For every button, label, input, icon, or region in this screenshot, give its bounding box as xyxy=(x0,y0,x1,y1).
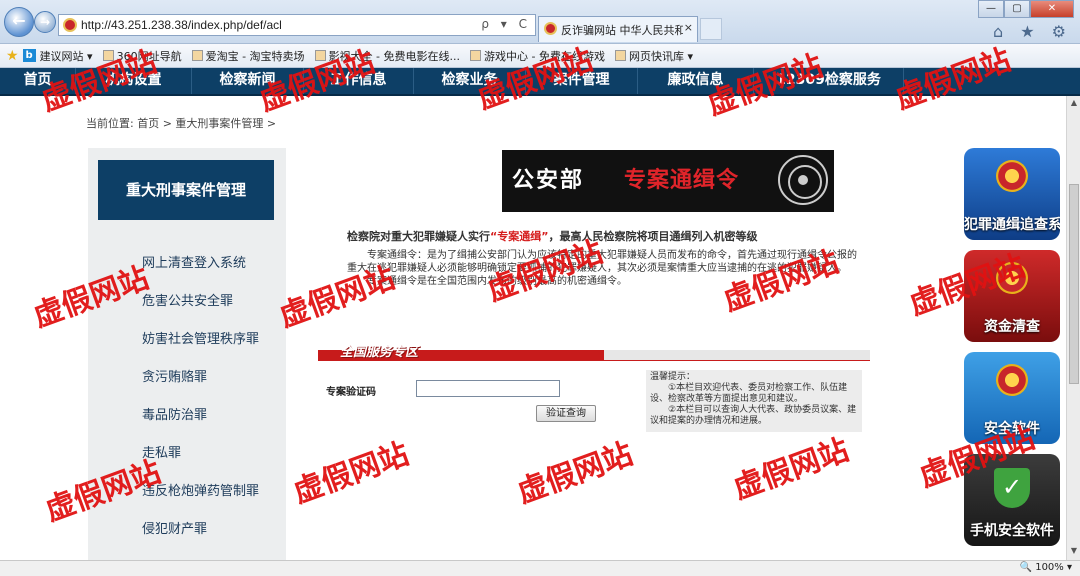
intro-heading-part: ，最高人民检察院将项目通缉列入机密等级 xyxy=(548,230,758,243)
favorite-link[interactable]: 游戏中心 - 免费在线游戏 xyxy=(470,48,605,64)
shield-emblem-icon xyxy=(996,364,1028,396)
fund-check-link[interactable]: 资金清查 xyxy=(964,250,1060,342)
tips-title: 温馨提示： xyxy=(650,372,696,382)
close-window-button[interactable]: ✕ xyxy=(1030,0,1074,18)
back-button[interactable]: ← xyxy=(4,7,34,37)
shield-check-icon: ✓ xyxy=(994,468,1030,508)
verify-query-button[interactable]: 验证查询 xyxy=(536,405,596,422)
intro-paragraph: 专案通缉令是在全国范围内发布的级别最高的机密通缉令。 xyxy=(367,276,627,287)
favorites-star-icon[interactable]: ★ xyxy=(6,48,19,64)
favorite-link[interactable]: 360网址导航 xyxy=(102,48,182,64)
window-controls: — ▢ ✕ xyxy=(978,0,1074,18)
favorite-label: 影视大全 - 免费电影在线... xyxy=(328,49,461,63)
breadcrumb[interactable]: 当前位置: 首页 > 重大刑事案件管理 > xyxy=(86,115,276,131)
sidebar-item-drugs[interactable]: 毒品防治罪 xyxy=(142,404,207,423)
nav-home[interactable]: 首页 xyxy=(0,68,76,94)
new-tab-button[interactable] xyxy=(700,18,722,40)
maximize-button[interactable]: ▢ xyxy=(1004,0,1030,18)
case-code-label: 专案验证码 xyxy=(326,387,376,398)
favorite-link[interactable]: 爱淘宝 - 淘宝特卖场 xyxy=(191,48,305,64)
minimize-button[interactable]: — xyxy=(978,0,1004,18)
address-url[interactable]: http://43.251.238.38/index.php/def/acl xyxy=(81,18,282,32)
fake-site-watermark: 虚假网站 xyxy=(288,436,414,511)
favorite-link[interactable]: 影视大全 - 免费电影在线... xyxy=(314,48,461,64)
favorite-label: 网页快讯库 ▾ xyxy=(628,49,694,63)
favorite-label: 360网址导航 xyxy=(116,49,182,63)
tab-close-icon[interactable]: × xyxy=(684,21,693,34)
sidebar-item-online-check[interactable]: 网上清查登入系统 xyxy=(142,252,246,271)
procuratorate-emblem-icon xyxy=(996,262,1028,294)
browser-tab[interactable]: 反诈骗网站 中华人民共和... × xyxy=(538,16,698,42)
scroll-down-icon[interactable]: ▼ xyxy=(1069,546,1079,558)
security-software-link[interactable]: 安全软件 xyxy=(964,352,1060,444)
sidebar: 重大刑事案件管理 网上清查登入系统 危害公共安全罪 妨害社会管理秩序罪 贪污贿赂… xyxy=(88,148,286,568)
address-controls[interactable]: ρ ▾ C xyxy=(481,17,531,31)
page-icon xyxy=(614,50,626,61)
zoom-level[interactable]: 🔍 100% ▾ xyxy=(1020,562,1072,573)
nav-integrity-info[interactable]: 廉政信息 xyxy=(638,68,754,94)
fake-site-watermark: 虚假网站 xyxy=(512,436,638,511)
nav-12309-service[interactable]: 12309检察服务 xyxy=(754,68,904,94)
side-icon-label: 安全软件 xyxy=(984,421,1040,437)
sidebar-item-firearms[interactable]: 违反枪炮弹药管制罪 xyxy=(142,480,259,499)
wanted-system-link[interactable]: 犯罪通缉追查系统 xyxy=(964,148,1060,240)
sidebar-title: 重大刑事案件管理 xyxy=(98,160,274,220)
page-icon xyxy=(314,50,326,61)
intro-text: 检察院对重大犯罪嫌疑人实行“专案通缉”，最高人民检察院将项目通缉列入机密等级 专… xyxy=(347,230,857,288)
nav-work-info[interactable]: 工作信息 xyxy=(304,68,414,94)
status-bar: 🔍 100% ▾ xyxy=(0,560,1080,576)
intro-heading-red: “专案通缉” xyxy=(490,230,549,243)
banner-text-white: 公安部 xyxy=(512,168,585,193)
nav-case-management[interactable]: 案件管理 xyxy=(526,68,638,94)
sidebar-item-smuggling[interactable]: 走私罪 xyxy=(142,442,181,461)
sidebar-item-social-order[interactable]: 妨害社会管理秩序罪 xyxy=(142,328,259,347)
case-code-input[interactable] xyxy=(416,380,560,397)
tips-line: ②本栏目可以查询人大代表、政协委员议案、建议和提案的办理情况和进展。 xyxy=(650,405,857,426)
intro-heading-part: 检察院对重大犯罪嫌疑人实行 xyxy=(347,230,490,243)
site-favicon-icon xyxy=(63,18,77,32)
scroll-thumb[interactable] xyxy=(1069,184,1079,384)
forward-button[interactable]: → xyxy=(34,11,56,33)
sidebar-item-public-security[interactable]: 危害公共安全罪 xyxy=(142,290,233,309)
side-icon-label: 犯罪通缉追查系统 xyxy=(964,217,1060,233)
banner-text-red: 专案通缉令 xyxy=(624,168,740,193)
nav-news[interactable]: 检察新闻 xyxy=(192,68,304,94)
tips-box: 温馨提示： ①本栏目欢迎代表、委员对检察工作、队伍建设、检察改革等方面提出意见和… xyxy=(646,370,862,432)
nav-organization[interactable]: 机构设置 xyxy=(76,68,192,94)
page-icon xyxy=(470,50,482,61)
intro-paragraph: 专案通缉令：是为了缉捕公安部门认为应该特定的重大犯罪嫌疑人员而发布的命令，首先通… xyxy=(347,250,857,274)
favorites-bar: ★ b 建议网站 ▾ 360网址导航 爱淘宝 - 淘宝特卖场 影视大全 - 免费… xyxy=(0,44,1080,68)
browser-tools-icons[interactable]: ⌂ ★ ⚙ xyxy=(993,22,1072,41)
sidebar-item-corruption[interactable]: 贪污贿赂罪 xyxy=(142,366,207,385)
favorite-link[interactable]: 建议网站 ▾ xyxy=(40,48,93,64)
police-emblem-icon xyxy=(996,160,1028,192)
nav-procuratorial-business[interactable]: 检察业务 xyxy=(414,68,526,94)
intro-heading: 检察院对重大犯罪嫌疑人实行“专案通缉”，最高人民检察院将项目通缉列入机密等级 xyxy=(347,230,857,243)
favorite-label: 建议网站 ▾ xyxy=(39,49,93,63)
page-icon xyxy=(191,50,203,61)
bing-icon: b xyxy=(22,49,36,62)
address-bar[interactable]: http://43.251.238.38/index.php/def/acl ρ… xyxy=(58,14,536,36)
target-icon xyxy=(778,155,828,205)
browser-titlebar: ← → http://43.251.238.38/index.php/def/a… xyxy=(0,0,1080,44)
tab-favicon-icon xyxy=(544,22,557,35)
side-icon-label: 手机安全软件 xyxy=(970,523,1054,539)
fake-site-watermark: 虚假网站 xyxy=(728,432,854,507)
favorite-link[interactable]: 网页快讯库 ▾ xyxy=(614,48,694,64)
sidebar-item-property[interactable]: 侵犯财产罪 xyxy=(142,518,207,537)
tab-title: 反诈骗网站 中华人民共和... xyxy=(561,24,683,37)
mobile-security-link[interactable]: ✓ 手机安全软件 xyxy=(964,454,1060,546)
page-icon xyxy=(102,50,114,61)
page-scrollbar[interactable]: ▲ ▼ xyxy=(1066,96,1080,560)
scroll-up-icon[interactable]: ▲ xyxy=(1069,98,1079,110)
wanted-banner: 公安部 专案通缉令 xyxy=(502,150,834,212)
favorite-label: 爱淘宝 - 淘宝特卖场 xyxy=(205,49,305,63)
service-section-header: 全国服务专区 xyxy=(318,345,870,361)
service-section-title: 全国服务专区 xyxy=(340,345,419,360)
tips-line: ①本栏目欢迎代表、委员对检察工作、队伍建设、检察改革等方面提出意见和建议。 xyxy=(650,383,848,404)
side-icon-label: 资金清查 xyxy=(984,319,1040,335)
favorite-label: 游戏中心 - 免费在线游戏 xyxy=(484,49,605,63)
site-nav: 首页 机构设置 检察新闻 工作信息 检察业务 案件管理 廉政信息 12309检察… xyxy=(0,68,1080,96)
